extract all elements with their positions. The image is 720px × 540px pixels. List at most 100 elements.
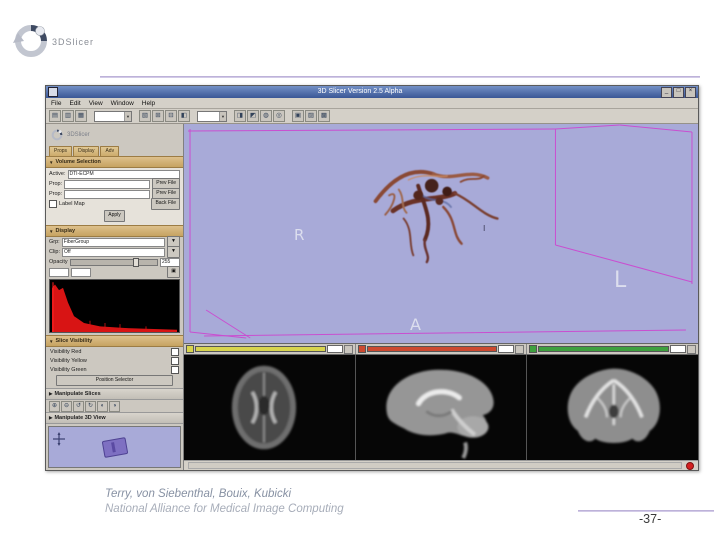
zoom-out-icon[interactable]: ⊖ [61,400,72,412]
toolbar-icon-11[interactable]: ◎ [273,110,285,122]
top-divider-rule [100,76,700,78]
menu-window[interactable]: Window [111,100,134,107]
zoom-in-icon[interactable]: ⊕ [49,400,60,412]
active-volume-label: Active: [49,171,66,177]
navigation-mini-viewport[interactable] [48,426,181,468]
close-button[interactable]: × [685,86,696,98]
mode-select[interactable]: ▼ [94,110,132,122]
coronal-slice-view[interactable] [527,355,699,460]
module-control-panel: 3DSlicer Props Display Adv ▼ Volume Sele… [46,124,184,470]
collapse-manipulate-slices[interactable]: ▶ Manipulate Slices [46,388,183,400]
axial-slice-view[interactable] [184,355,356,460]
tab-advanced[interactable]: Adv [100,146,120,156]
slice2-color-icon [357,345,366,353]
group-select[interactable]: FiberGroup [61,237,166,247]
window-title: 3D Slicer Version 2.5 Alpha [317,88,403,95]
visibility-yellow-checkbox[interactable] [171,356,179,365]
position-selector-button[interactable]: Position Selector [56,375,173,386]
slice3-menu-button[interactable] [687,344,697,354]
section-display[interactable]: ▼ Display [46,225,183,237]
auto-wl-button[interactable]: ▣ [167,266,180,278]
slicer-logo: 3DSlicer [10,20,170,67]
toolbar-icon-13[interactable]: ▨ [305,110,317,122]
view-select[interactable]: ▼ [197,110,227,122]
toolbar-icon-1[interactable]: ▤ [49,110,61,122]
histogram-plot [50,280,179,332]
histogram-panel[interactable] [49,279,180,333]
collapse-manipulate-view[interactable]: ▶ Manipulate 3D View [46,412,183,424]
slice3-offset-field[interactable] [670,345,687,353]
rotate-left-icon[interactable]: ↺ [73,400,84,412]
level-field[interactable] [71,267,91,277]
slice3-controls [527,344,699,354]
menu-view[interactable]: View [89,100,103,107]
sagittal-slice-view[interactable] [355,355,528,460]
prop-field-1[interactable] [64,179,151,189]
clip-select[interactable]: Off [62,247,166,257]
toolbar-icon-2[interactable]: ▥ [62,110,74,122]
tab-props[interactable]: Props [49,146,73,156]
section-slice-visibility[interactable]: ▼ Slice Visibility [46,335,183,347]
chevron-right-icon: ▶ [49,391,53,396]
toolbar-icon-9[interactable]: ◩ [247,110,259,122]
window-menu-icon[interactable] [48,87,58,97]
status-message-cell [188,462,682,469]
window-titlebar[interactable]: 3D Slicer Version 2.5 Alpha _ □ × [46,86,698,98]
menu-edit[interactable]: Edit [69,100,80,107]
crosshair-icon [53,432,65,446]
slice2-offset-field[interactable] [498,345,515,353]
slice2-menu-button[interactable] [515,344,525,354]
menu-help[interactable]: Help [142,100,155,107]
slice1-offset-slider[interactable] [195,346,326,352]
label-map-label: Label Map [59,201,85,207]
orientation-marker-l: L [614,268,627,293]
slice2-offset-slider[interactable] [366,346,498,352]
slice3-offset-slider[interactable] [538,346,670,352]
panel-logo: 3DSlicer [46,124,183,146]
orientation-marker-a: A [410,315,421,334]
back-file-button[interactable]: Back File [151,198,180,210]
toolbar-icon-3[interactable]: ▦ [75,110,87,122]
toolbar-icon-6[interactable]: ⊟ [165,110,177,122]
toolbar: ▤ ▥ ▦ ▼ ▧ ⊞ ⊟ ◧ ▼ ◨ ◩ ◍ ◎ ▣ ▨ ▩ [46,109,698,124]
minimize-button[interactable]: _ [661,86,672,98]
toolbar-icon-10[interactable]: ◍ [260,110,272,122]
footer-authors: Terry, von Siebenthal, Bouix, Kubicki [105,488,292,500]
tractography-render [373,170,499,264]
prop-label-2: Prop: [49,191,63,197]
rotate-right-icon[interactable]: ↻ [85,400,96,412]
menu-file[interactable]: File [51,100,61,107]
3d-viewport[interactable]: R I L A [184,124,698,343]
window-field[interactable] [49,267,69,277]
view-nav-toolbar: ⊕ ⊖ ↺ ↻ ◐ ◑ [46,400,183,412]
toolbar-icon-5[interactable]: ⊞ [152,110,164,122]
slice1-offset-field[interactable] [326,345,343,353]
section-volume-selection[interactable]: ▼ Volume Selection [46,156,183,168]
opacity-slider[interactable] [69,257,158,267]
footer-affiliation: National Alliance for Medical Image Comp… [105,503,344,515]
view-left-icon[interactable]: ◐ [97,400,108,412]
collapse-view-label: Manipulate 3D View [54,415,106,421]
maximize-button[interactable]: □ [673,86,684,98]
tab-display[interactable]: Display [73,146,100,156]
visibility-red-checkbox[interactable] [171,347,179,356]
toolbar-icon-7[interactable]: ◧ [178,110,190,122]
slice1-menu-button[interactable] [343,344,353,354]
menubar: File Edit View Window Help [46,98,698,109]
toolbar-icon-12[interactable]: ▣ [292,110,304,122]
view-right-icon[interactable]: ◑ [109,400,120,412]
clip-label: Clip: [49,249,61,255]
label-map-checkbox[interactable] [49,200,57,208]
page-number: -37- [639,512,662,526]
slice3-color-icon [529,345,538,353]
toolbar-icon-4[interactable]: ▧ [139,110,151,122]
apply-button[interactable]: Apply [104,210,125,222]
visibility-green-label: Visibility Green [50,366,87,373]
panel-logo-text: 3DSlicer [67,132,90,138]
slicer-app-window: 3D Slicer Version 2.5 Alpha _ □ × File E… [45,85,699,471]
toolbar-icon-14[interactable]: ▩ [318,110,330,122]
visibility-green-checkbox[interactable] [171,365,179,374]
prop-field-2[interactable] [64,189,151,199]
toolbar-icon-8[interactable]: ◨ [234,110,246,122]
mini-slice-widget[interactable] [101,437,129,458]
